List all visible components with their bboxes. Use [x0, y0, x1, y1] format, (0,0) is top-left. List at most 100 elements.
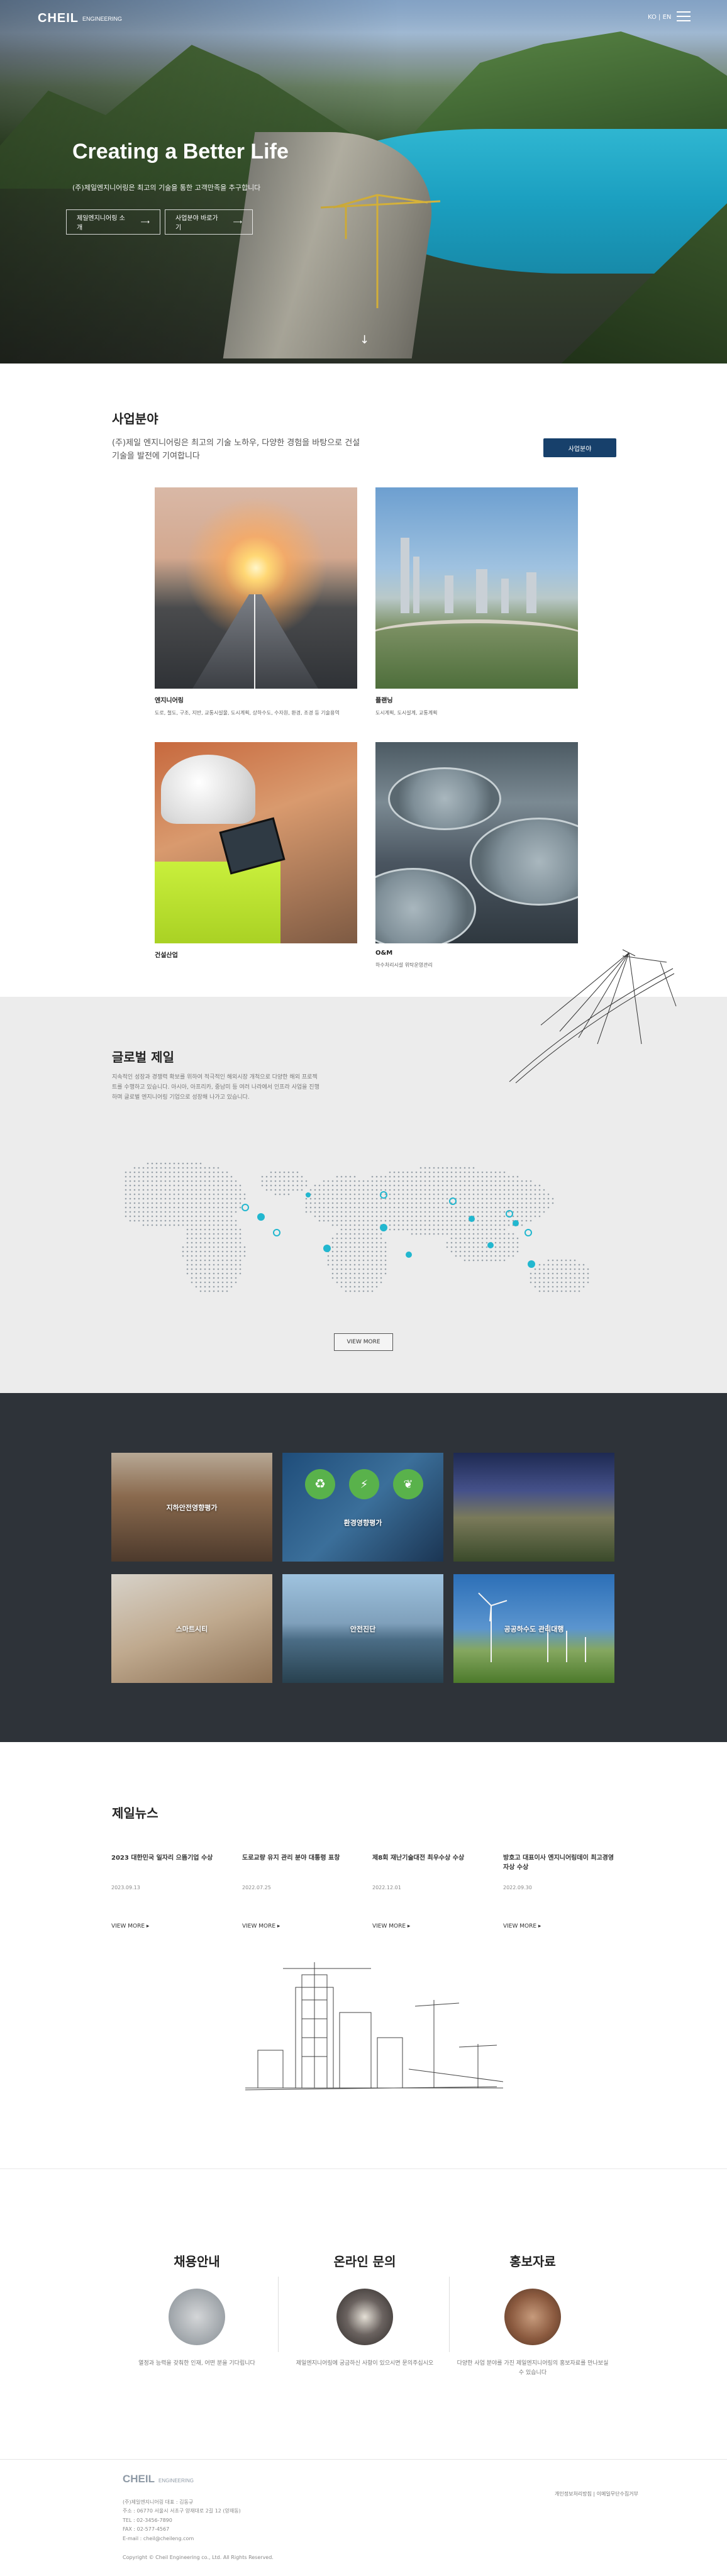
company-intro-label: 제일엔지니어링 소개	[77, 215, 125, 231]
global-view-more-button[interactable]: VIEW MORE	[334, 1333, 393, 1351]
business-description: (주)제일 엔지니어링은 최고의 기술 노하우, 다양한 경험을 바탕으로 건설…	[112, 438, 360, 461]
map-marker-icon	[306, 1192, 311, 1197]
tile-smart-energy[interactable]	[453, 1453, 614, 1562]
world-map	[125, 1162, 589, 1292]
contact-title: 온라인 문의	[333, 2254, 396, 2269]
engineering-image	[155, 487, 357, 689]
news-headline: 방호고 대표이사 엔지니어링데이 최고경영자상 수상	[503, 1855, 614, 1871]
online-inquiry-card[interactable]: 온라인 문의 제일엔지니어링에 궁금하신 사항이 있으시면 문의주십시오	[286, 2251, 443, 2368]
view-more-label: VIEW MORE	[503, 1923, 537, 1929]
tile-smart-city[interactable]: 스마트시티	[111, 1574, 272, 1683]
map-marker-icon	[487, 1242, 494, 1248]
page: CHEIL ENGINEERING KO | EN Creating a Bett…	[0, 0, 727, 2576]
contact-title: 채용안내	[174, 2254, 220, 2269]
footer-tel: TEL : 02-3456-7890	[123, 2517, 172, 2523]
news-title: 제일뉴스	[112, 1806, 158, 1821]
tile-label: 공공하수도 관리대행	[504, 1624, 564, 1633]
arrow-right-icon: ⟶	[233, 218, 242, 226]
news-view-more-link[interactable]: VIEW MORE ▸	[242, 1923, 280, 1929]
footer-company: (주)제일엔지니어링 대표 : 김동규	[123, 2499, 194, 2505]
footer-info: (주)제일엔지니어링 대표 : 김동규 주소 : 06770 서울시 서초구 양…	[123, 2498, 241, 2543]
news-item[interactable]: 제8회 재난기술대전 최우수상 수상 2022.12.01	[372, 1853, 486, 1890]
view-more-label: VIEW MORE	[372, 1923, 406, 1929]
global-description: 지속적인 성장과 경쟁력 확보를 위하여 적극적인 해외시장 개척으로 다양한 …	[112, 1074, 319, 1101]
services-section	[0, 1393, 727, 1742]
tile-label: 스마트시티	[175, 1624, 208, 1633]
card-title: 건설산업	[155, 952, 178, 959]
business-link-button[interactable]: 사업분야 바로가기 ⟶	[165, 209, 253, 235]
hero-shade	[0, 0, 727, 364]
svg-text:♻: ♻	[314, 1476, 326, 1491]
news-headline: 2023 대한민국 일자리 으뜸기업 수상	[111, 1855, 213, 1862]
section-divider	[0, 2168, 727, 2169]
pr-materials-card[interactable]: 홍보자료 다양한 사업 분야를 가진 제일엔지니어링의 홍보자료를 만나보실 수…	[454, 2251, 611, 2379]
tile-environment[interactable]: ♻ ⚡ ❦ 환경영향평가	[282, 1453, 443, 1562]
map-marker-icon	[380, 1224, 387, 1231]
business-card-construction[interactable]: 건설산업	[155, 742, 357, 964]
logo-subtext: ENGINEERING	[82, 15, 123, 22]
business-link-label: 사업분야 바로가기	[175, 215, 218, 231]
map-marker-icon	[241, 1204, 249, 1211]
news-date: 2022.12.01	[372, 1885, 401, 1890]
view-more-label: VIEW MORE	[111, 1923, 145, 1929]
brand-logo[interactable]: CHEIL ENGINEERING	[38, 11, 122, 26]
tile-underground-safety[interactable]: 지하안전영향평가	[111, 1453, 272, 1562]
footer-address: 주소 : 06770 서울시 서초구 양재대로 2길 12 (양재동)	[123, 2508, 241, 2514]
business-card-om[interactable]: O&M 하수처리시설 위탁운영관리	[375, 742, 578, 969]
hero-section: CHEIL ENGINEERING KO | EN Creating a Bett…	[0, 0, 727, 364]
recruit-card[interactable]: 채용안내 열정과 능력을 갖춰한 인재, 어떤 분을 기다립니다	[118, 2251, 275, 2368]
card-text: 도로, 철도, 구조, 지반, 교통시설물, 도시계획, 상하수도, 수자원, …	[155, 710, 340, 716]
news-date: 2023.09.13	[111, 1885, 140, 1890]
contact-title: 홍보자료	[509, 2254, 556, 2269]
svg-text:⚡: ⚡	[360, 1478, 369, 1491]
scroll-down-icon[interactable]: ↓	[360, 333, 369, 347]
card-title: 플랜닝	[375, 697, 393, 704]
news-view-more-link[interactable]: VIEW MORE ▸	[372, 1923, 410, 1929]
news-item[interactable]: 방호고 대표이사 엔지니어링데이 최고경영자상 수상 2022.09.30	[503, 1853, 616, 1890]
logo-text: CHEIL	[38, 11, 79, 25]
column-divider	[449, 2277, 450, 2352]
news-item[interactable]: 도로교량 유지 관리 분야 대통령 표창 2022.07.25	[242, 1853, 355, 1890]
top-nav: CHEIL ENGINEERING KO | EN	[0, 0, 727, 38]
news-date: 2022.09.30	[503, 1885, 532, 1890]
footer-fax: FAX : 02-577-4567	[123, 2526, 170, 2533]
building-sketch-icon	[245, 1962, 503, 2090]
business-card-engineering[interactable]: 엔지니어링 도로, 철도, 구조, 지반, 교통시설물, 도시계획, 상하수도,…	[155, 487, 357, 717]
language-switch[interactable]: KO | EN	[648, 14, 671, 21]
business-title: 사업분야	[112, 411, 158, 426]
tile-sewer-management[interactable]: 공공하수도 관리대행	[453, 1574, 614, 1683]
construction-image	[155, 742, 357, 943]
eco-icons: ♻ ⚡ ❦	[305, 1469, 423, 1499]
news-item[interactable]: 2023 대한민국 일자리 으뜸기업 수상 2023.09.13	[111, 1853, 225, 1890]
hamburger-menu-icon[interactable]	[677, 11, 691, 21]
footer-logo-text: CHEIL	[123, 2473, 155, 2485]
bridge-sketch-icon	[509, 949, 677, 1084]
om-image	[375, 742, 578, 943]
map-marker-icon	[323, 1245, 331, 1252]
contact-text: 다양한 사업 분야를 가진 제일엔지니어링의 홍보자료를 만나보실 수 있습니다	[457, 2360, 609, 2377]
tile-label: 환경영향평가	[343, 1518, 382, 1527]
map-marker-icon	[469, 1216, 475, 1222]
map-marker-icon	[257, 1213, 265, 1221]
map-marker-icon	[524, 1229, 532, 1236]
view-more-label: VIEW MORE	[242, 1923, 276, 1929]
business-button[interactable]: 사업분야	[543, 438, 616, 457]
news-headline: 도로교량 유지 관리 분야 대통령 표창	[242, 1855, 340, 1862]
tile-safety-diagnosis[interactable]: 안전진단	[282, 1574, 443, 1683]
tile-label: 안전진단	[350, 1624, 376, 1633]
news-view-more-link[interactable]: VIEW MORE ▸	[503, 1923, 541, 1929]
card-text: 도시계획, 도시설계, 교통계획	[375, 710, 438, 716]
news-headline: 제8회 재난기술대전 최우수상 수상	[372, 1855, 465, 1862]
news-view-more-link[interactable]: VIEW MORE ▸	[111, 1923, 149, 1929]
business-card-planning[interactable]: 플랜닝 도시계획, 도시설계, 교통계획	[375, 487, 578, 717]
map-marker-icon	[406, 1252, 412, 1258]
footer-policy-links[interactable]: 개인정보처리방침 | 이메일무단수집거부	[555, 2490, 638, 2497]
pr-icon	[504, 2289, 561, 2345]
map-marker-icon	[449, 1197, 457, 1205]
hero-subtitle: (주)제일엔지니어링은 최고의 기술을 통한 고객만족을 추구합니다	[72, 184, 261, 192]
company-intro-button[interactable]: 제일엔지니어링 소개 ⟶	[66, 209, 160, 235]
footer-email: E-mail : cheil@cheileng.com	[123, 2535, 194, 2541]
arrow-right-icon: ▸	[146, 1923, 150, 1929]
recruit-icon	[169, 2289, 225, 2345]
column-divider	[278, 2277, 279, 2352]
